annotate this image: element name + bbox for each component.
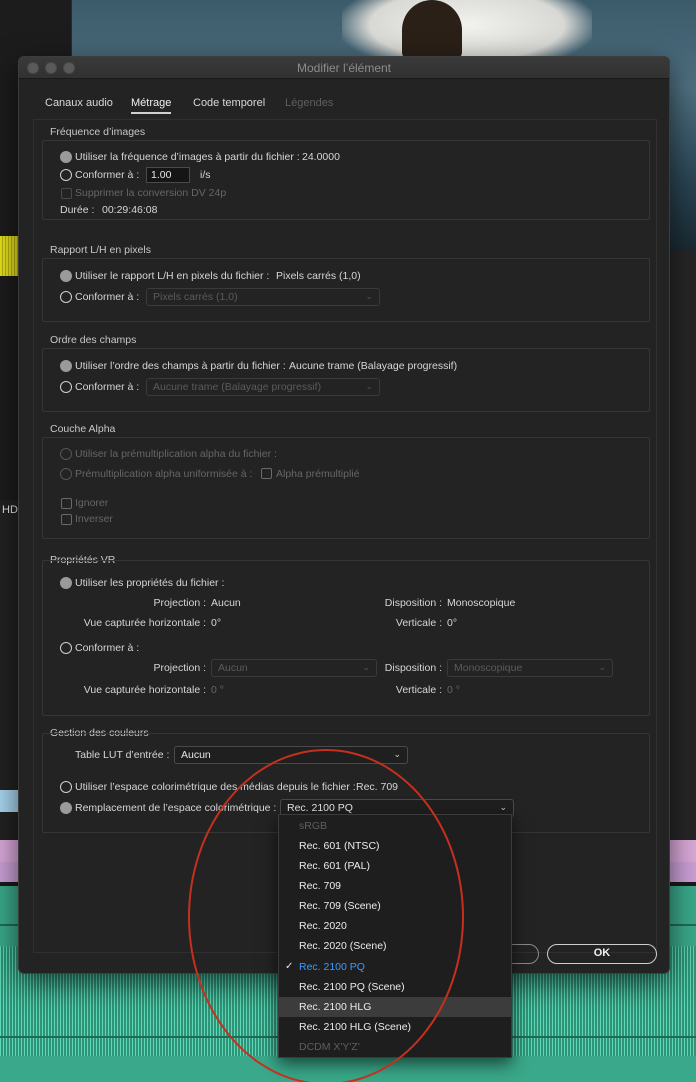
h-capture-label-2: Vue capturée horizontale : bbox=[83, 684, 206, 696]
projection-select-value: Aucun bbox=[218, 662, 248, 674]
h-capture-value-2: 0 ° bbox=[211, 684, 224, 696]
premultiplied-alpha-label: Alpha prémultiplié bbox=[276, 468, 360, 480]
vertical-value: 0° bbox=[447, 617, 458, 629]
conform-field-order-radio[interactable] bbox=[60, 381, 72, 393]
h-capture-label: Vue capturée horizontale : bbox=[83, 617, 206, 629]
conform-vr-radio[interactable] bbox=[60, 642, 72, 654]
remove-dv-pulldown-label: Supprimer la conversion DV 24p bbox=[75, 187, 227, 199]
file-pixel-aspect-value: Pixels carrés (1,0) bbox=[276, 270, 361, 282]
hd-label: HD bbox=[2, 504, 18, 516]
audio-meter bbox=[0, 236, 20, 276]
use-file-alpha-label: Utiliser la prémultiplication alpha du f… bbox=[75, 448, 277, 460]
chevron-down-icon: ⌄ bbox=[365, 291, 373, 301]
file-field-order-value: Aucune trame (Balayage progressif) bbox=[289, 360, 458, 372]
layout-select: Monoscopique ⌄ bbox=[447, 659, 613, 677]
use-file-pixel-aspect-radio[interactable] bbox=[60, 270, 72, 282]
title-bar: Modifier l’élément bbox=[19, 57, 669, 79]
file-frame-rate-value: 24.0000 bbox=[302, 151, 340, 163]
duration-value: 00:29:46:08 bbox=[102, 204, 158, 216]
vertical-label: Verticale : bbox=[395, 617, 442, 629]
use-file-frame-rate-radio[interactable] bbox=[60, 151, 72, 163]
layout-value: Monoscopique bbox=[447, 597, 516, 609]
video-subject-dark bbox=[402, 0, 462, 60]
ignore-alpha-checkbox bbox=[61, 498, 72, 509]
field-order-title: Ordre des champs bbox=[50, 334, 137, 346]
conform-frame-rate-radio[interactable] bbox=[60, 169, 72, 181]
frame-rate-title: Fréquence d’images bbox=[50, 126, 146, 138]
vertical-label-2: Verticale : bbox=[395, 684, 442, 696]
field-order-select-value: Aucune trame (Balayage progressif) bbox=[153, 381, 322, 393]
remove-dv-pulldown-checkbox bbox=[61, 188, 72, 199]
lut-select-value: Aucun bbox=[181, 749, 211, 761]
dialog-title: Modifier l’élément bbox=[296, 61, 392, 75]
uniform-alpha-label: Prémultiplication alpha uniformisée à : bbox=[75, 468, 253, 480]
right-panel-edge bbox=[670, 250, 696, 870]
fps-unit-label: i/s bbox=[200, 169, 211, 181]
use-file-pixel-aspect-label: Utiliser le rapport L/H en pixels du fic… bbox=[75, 270, 270, 282]
layout-select-value: Monoscopique bbox=[454, 662, 523, 674]
duration-label: Durée : bbox=[60, 204, 95, 216]
use-file-alpha-radio bbox=[60, 448, 72, 460]
vertical-value-2: 0 ° bbox=[447, 684, 460, 696]
chevron-down-icon: ⌄ bbox=[393, 749, 401, 759]
conform-frame-rate-field[interactable]: 1.00 bbox=[146, 167, 190, 183]
use-file-vr-label: Utiliser les propriétés du fichier : bbox=[75, 577, 225, 589]
invert-alpha-checkbox bbox=[61, 514, 72, 525]
tab-footage[interactable]: Métrage bbox=[131, 97, 172, 114]
layout-label: Disposition : bbox=[384, 597, 442, 609]
projection-label-2: Projection : bbox=[153, 662, 206, 674]
use-media-colorspace-radio[interactable] bbox=[60, 781, 72, 793]
conform-field-order-label: Conformer à : bbox=[75, 381, 140, 393]
chevron-down-icon: ⌄ bbox=[598, 662, 606, 672]
conform-frame-rate-label: Conformer à : bbox=[75, 169, 140, 181]
uniform-alpha-radio bbox=[60, 468, 72, 480]
field-order-select: Aucune trame (Balayage progressif) ⌄ bbox=[146, 378, 380, 396]
conform-pixel-aspect-radio[interactable] bbox=[60, 291, 72, 303]
use-file-vr-radio[interactable] bbox=[60, 577, 72, 589]
layout-label-2: Disposition : bbox=[384, 662, 442, 674]
lut-label: Table LUT d’entrée : bbox=[75, 749, 170, 761]
projection-label: Projection : bbox=[153, 597, 206, 609]
premultiplied-alpha-checkbox bbox=[261, 468, 272, 479]
tab-timecode[interactable]: Code temporel bbox=[193, 97, 265, 109]
chevron-down-icon: ⌄ bbox=[499, 802, 507, 812]
projection-select: Aucun ⌄ bbox=[211, 659, 377, 677]
projection-value: Aucun bbox=[211, 597, 241, 609]
annotation-circle bbox=[188, 749, 464, 1082]
use-file-frame-rate-label: Utiliser la fréquence d’images à partir … bbox=[75, 151, 300, 163]
alpha-title: Couche Alpha bbox=[50, 423, 116, 435]
use-file-field-order-label: Utiliser l’ordre des champs à partir du … bbox=[75, 360, 286, 372]
screen: HD Modifier l’élément Canaux audio Métra… bbox=[0, 0, 696, 1082]
conform-pixel-aspect-label: Conformer à : bbox=[75, 291, 140, 303]
h-capture-value: 0° bbox=[211, 617, 222, 629]
pixel-aspect-title: Rapport L/H en pixels bbox=[50, 244, 151, 256]
conform-vr-label: Conformer à : bbox=[75, 642, 140, 654]
tab-audio-channels[interactable]: Canaux audio bbox=[45, 97, 113, 109]
timeline-clip-blue bbox=[0, 790, 18, 812]
pixel-aspect-select-value: Pixels carrés (1,0) bbox=[153, 291, 238, 303]
override-colorspace-radio[interactable] bbox=[60, 802, 72, 814]
tab-captions: Légendes bbox=[285, 97, 334, 109]
ignore-alpha-label: Ignorer bbox=[75, 497, 109, 509]
use-file-field-order-radio[interactable] bbox=[60, 360, 72, 372]
pixel-aspect-select: Pixels carrés (1,0) ⌄ bbox=[146, 288, 380, 306]
ok-button[interactable]: OK bbox=[547, 944, 657, 964]
chevron-down-icon: ⌄ bbox=[365, 381, 373, 391]
invert-alpha-label: Inverser bbox=[75, 513, 113, 525]
